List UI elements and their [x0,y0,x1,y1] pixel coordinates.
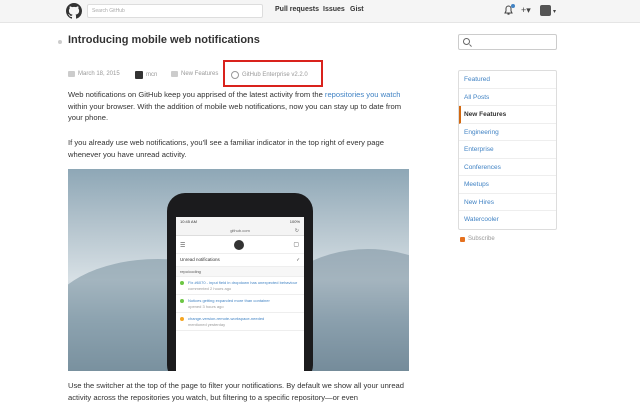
sidebar-item-new-features[interactable]: New Features [459,106,556,124]
phone-header: ☰ ▢ [176,236,304,254]
sidebar-search-input[interactable] [458,34,557,50]
search-icon [463,38,470,45]
phone-screen: 10:45 AM 100% github.com ↻ ☰ ▢ Unread no… [176,217,304,371]
menu-icon: ☰ [180,243,186,249]
github-logo-icon[interactable] [66,3,82,19]
author-name[interactable]: mcn [146,72,157,78]
create-new-menu-icon[interactable]: +▾ [521,5,531,16]
subscribe-link[interactable]: Subscribe [460,236,495,242]
post-date: March 18, 2015 [68,71,120,77]
notification-meta: mentioned yesterday [188,321,226,327]
sidebar-item-enterprise[interactable]: Enterprise [459,141,556,159]
phone-mockup: 10:45 AM 100% github.com ↻ ☰ ▢ Unread no… [167,193,313,371]
sidebar-item-watercooler[interactable]: Watercooler [459,211,556,229]
phone-url-bar: github.com ↻ [176,226,304,236]
nav-pull-requests[interactable]: Pull requests [275,6,319,13]
notification-meta: opened 3 hours ago [188,303,224,309]
status-dot-icon [180,317,184,321]
top-navigation-bar: Search GitHub Pull requests Issues Gist … [0,0,640,23]
notification-item: Notices getting expanded more than conta… [176,295,304,313]
repositories-you-watch-link[interactable]: repositories you watch [325,90,401,99]
phone-battery: 100% [289,219,300,224]
post-author[interactable]: mcn [135,71,157,79]
user-avatar[interactable] [540,5,551,16]
phone-time: 10:45 AM [180,219,197,224]
sidebar-item-all-posts[interactable]: All Posts [459,89,556,106]
sidebar-item-featured[interactable]: Featured [459,71,556,89]
refresh-icon: ↻ [294,228,299,234]
notification-item: change-version-remote-workspace-needed m… [176,313,304,331]
bell-icon: ▢ [293,242,299,248]
p1-text-b: within your browser. With the addition o… [68,101,402,123]
notification-title: change-version-remote-workspace-needed [188,316,265,321]
phone-url: github.com [230,228,250,233]
repo-group-label: repo/coding [176,267,304,277]
notification-title: Notices getting expanded more than conta… [188,298,270,303]
post-paragraph-2: If you already use web notifications, yo… [68,138,384,159]
notification-title: Fix #6070 - input field in dropdown has … [188,280,298,285]
category-link[interactable]: New Features [181,71,218,77]
unread-label: Unread notifications [180,257,220,262]
mark-read-icon: ✓ [296,257,300,262]
notification-meta: commented 2 hours ago [188,285,232,291]
sidebar-item-meetups[interactable]: Meetups [459,176,556,194]
post-paragraph-1: Web notifications on GitHub keep you app… [68,89,408,124]
search-input[interactable]: Search GitHub [87,4,263,18]
author-avatar [135,71,143,79]
post-bullet [58,40,62,44]
status-dot-icon [180,299,184,303]
phone-status-bar: 10:45 AM 100% [176,217,304,226]
p1-text-a: Web notifications on GitHub keep you app… [68,90,325,99]
post-hero-image: 10:45 AM 100% github.com ↻ ☰ ▢ Unread no… [68,169,409,371]
calendar-icon [68,71,75,77]
github-logo-icon [234,240,244,250]
category-list: Featured All Posts New Features Engineer… [458,70,557,230]
date-text: March 18, 2015 [78,71,120,77]
nav-issues[interactable]: Issues [323,6,345,13]
folder-icon [171,71,178,77]
sidebar-item-engineering[interactable]: Engineering [459,124,556,141]
post-title[interactable]: Introducing mobile web notifications [68,34,260,46]
sidebar-item-conferences[interactable]: Conferences [459,159,556,176]
highlight-annotation-box [223,60,323,87]
nav-gist[interactable]: Gist [350,6,364,13]
chevron-down-icon[interactable]: ▾ [553,8,556,15]
unread-indicator [511,4,515,8]
rss-icon [460,236,465,242]
unread-notifications-header: Unread notifications ✓ [176,254,304,267]
post-category[interactable]: New Features [171,71,218,77]
subscribe-text[interactable]: Subscribe [468,236,495,242]
sidebar-item-new-hires[interactable]: New Hires [459,194,556,211]
status-dot-icon [180,281,184,285]
notification-item: Fix #6070 - input field in dropdown has … [176,277,304,295]
